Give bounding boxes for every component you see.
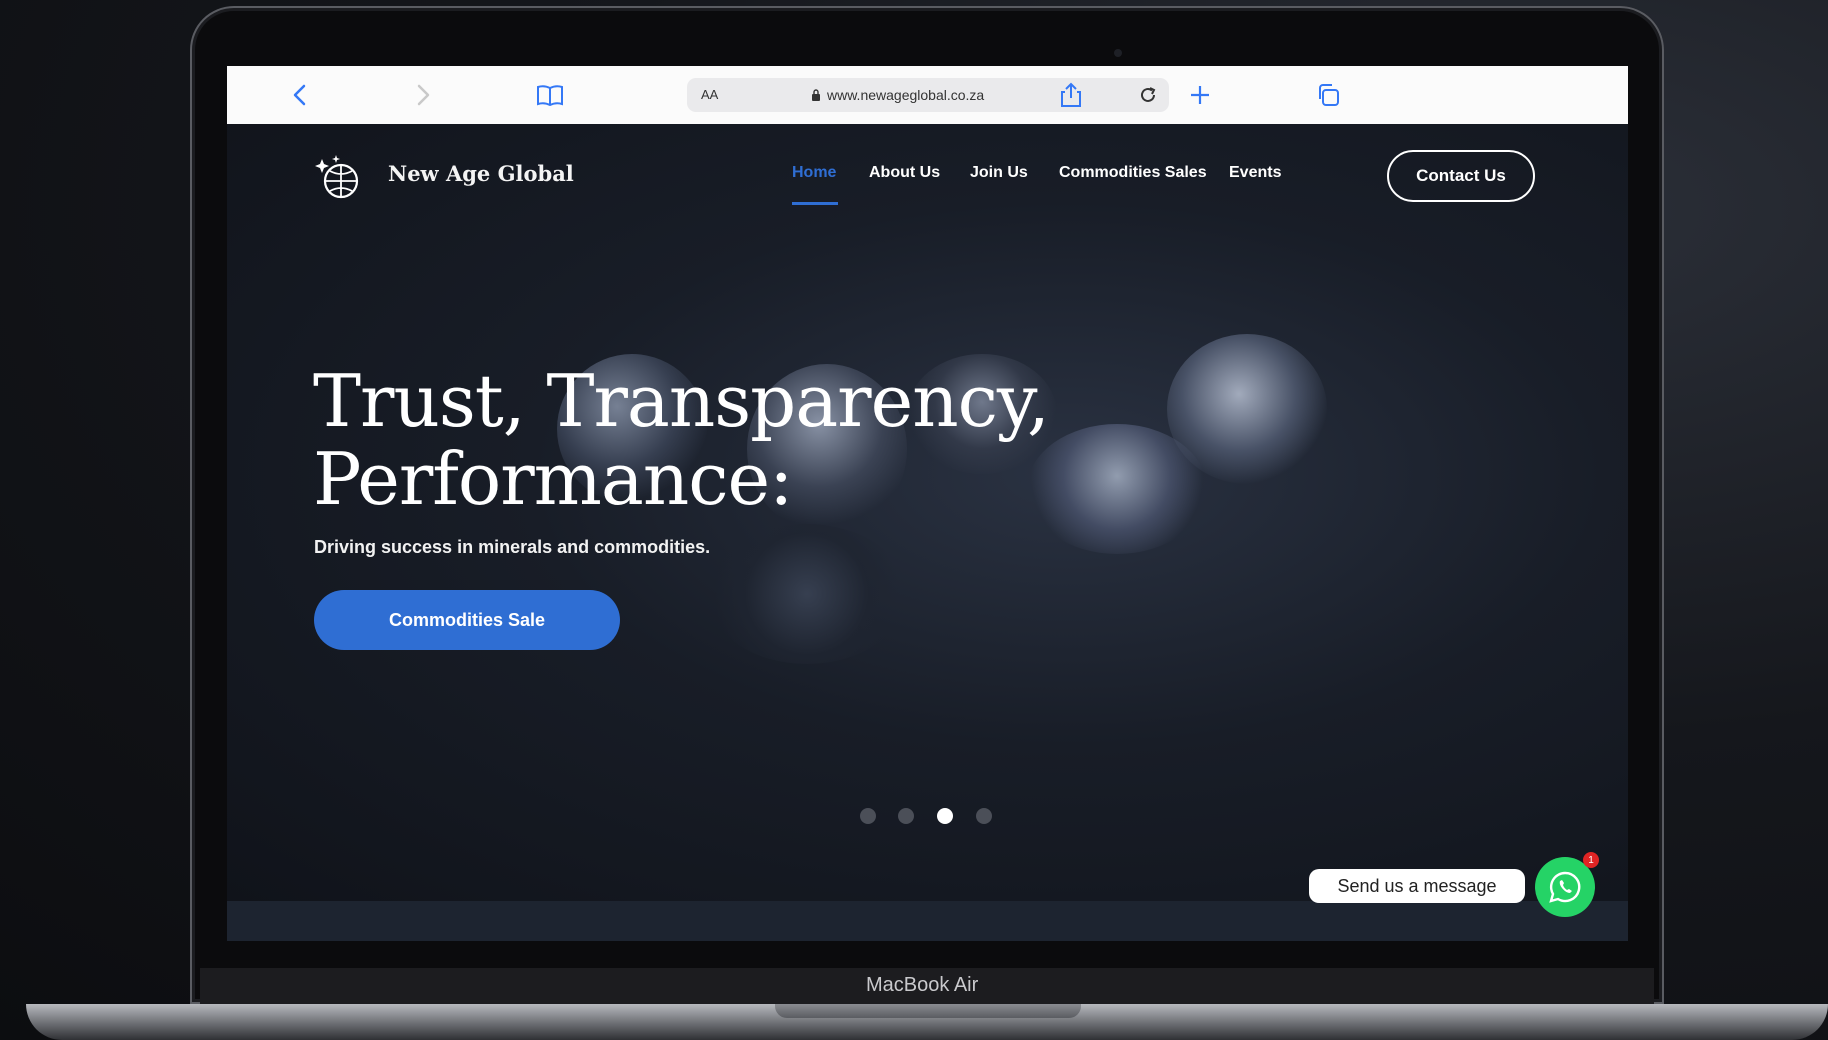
laptop-opening-notch <box>775 1004 1081 1018</box>
site-navbar: New Age Global Home About Us Join Us Com… <box>227 124 1628 234</box>
lock-icon <box>812 89 820 101</box>
hero-section: New Age Global Home About Us Join Us Com… <box>227 124 1628 901</box>
new-tab-icon[interactable] <box>1184 79 1216 111</box>
slider-pagination <box>860 808 1000 828</box>
active-nav-indicator <box>792 202 838 205</box>
contact-us-button[interactable]: Contact Us <box>1387 150 1535 202</box>
whatsapp-message-label[interactable]: Send us a message <box>1309 869 1525 903</box>
reload-icon[interactable] <box>1137 84 1159 106</box>
diamond-reflection <box>707 524 907 664</box>
hero-subtext: Driving success in minerals and commodit… <box>314 537 711 557</box>
brand-name[interactable]: New Age Global <box>388 161 574 186</box>
hero-headline: Trust, Transparency, Performance: <box>313 359 1050 521</box>
back-icon[interactable] <box>283 79 315 111</box>
url-text: www.newageglobal.co.za <box>827 87 985 103</box>
nav-about-us[interactable]: About Us <box>869 164 940 182</box>
camera <box>1114 49 1122 57</box>
nav-events[interactable]: Events <box>1229 164 1281 182</box>
notification-badge: 1 <box>1583 852 1599 868</box>
bookmarks-icon[interactable] <box>534 79 566 111</box>
diamond-image <box>1167 334 1327 484</box>
slide-dot-3[interactable] <box>937 808 953 824</box>
device-label: MacBook Air <box>866 974 979 996</box>
reader-aa-button[interactable]: AA <box>701 87 718 102</box>
laptop-screen: AA www.newageglobal.co.za New Age Global… <box>227 66 1628 941</box>
nav-commodities-sales[interactable]: Commodities Sales <box>1059 164 1207 182</box>
browser-toolbar: AA www.newageglobal.co.za <box>227 66 1628 125</box>
hero-headline-line2: Performance: <box>313 437 793 521</box>
globe-logo-icon <box>315 155 359 199</box>
slide-dot-4[interactable] <box>976 808 992 824</box>
share-icon[interactable] <box>1055 79 1087 111</box>
nav-join-us[interactable]: Join Us <box>970 164 1028 182</box>
slide-dot-1[interactable] <box>860 808 876 824</box>
forward-icon[interactable] <box>408 79 440 111</box>
hero-headline-line1: Trust, Transparency, <box>313 359 1050 443</box>
address-bar[interactable]: AA www.newageglobal.co.za <box>687 78 1169 112</box>
commodities-sale-button[interactable]: Commodities Sale <box>314 590 620 650</box>
tabs-icon[interactable] <box>1312 79 1344 111</box>
whatsapp-icon <box>1549 871 1581 903</box>
slide-dot-2[interactable] <box>898 808 914 824</box>
next-section-strip <box>227 901 1628 941</box>
nav-home[interactable]: Home <box>792 164 836 182</box>
